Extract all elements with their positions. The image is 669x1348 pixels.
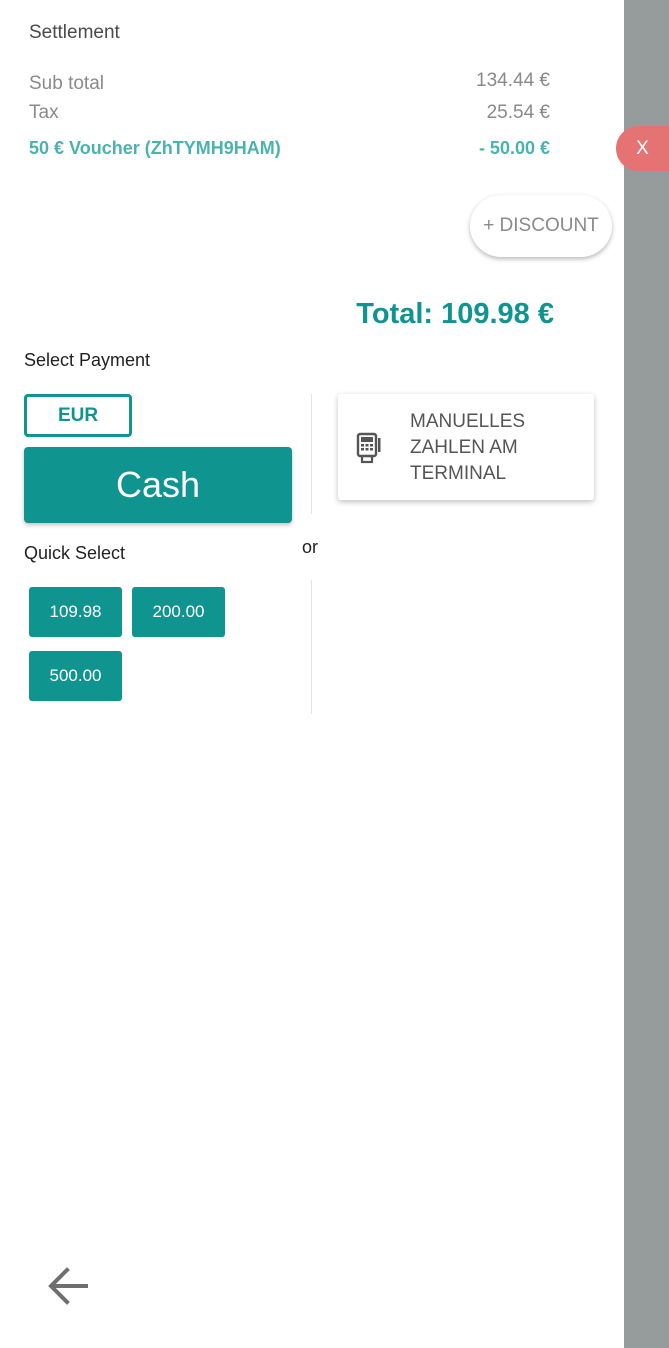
voucher-label: 50 € Voucher (ZhTYMH9HAM): [29, 138, 281, 158]
subtotal-label: Sub total: [29, 73, 104, 94]
payment-divider-top: [311, 394, 312, 514]
settlement-title: Settlement: [29, 22, 120, 43]
back-button[interactable]: [46, 1264, 90, 1308]
subtotal-value: 134.44 €: [476, 70, 550, 91]
terminal-payment-button[interactable]: MANUELLES ZAHLEN AM TERMINAL: [338, 394, 594, 500]
settlement-panel: Settlement Sub total 134.44 € Tax 25.54 …: [0, 0, 624, 1348]
close-button[interactable]: X: [616, 126, 669, 171]
voucher-value: - 50.00 €: [478, 138, 550, 158]
tax-label: Tax: [29, 102, 59, 123]
total-amount: Total: 109.98 €: [356, 298, 554, 330]
or-label: or: [302, 537, 319, 557]
quick-select-amount-1[interactable]: 109.98: [29, 587, 122, 637]
add-discount-button[interactable]: + DISCOUNT: [470, 195, 612, 257]
currency-button[interactable]: EUR: [24, 394, 132, 437]
payment-divider-bottom: [311, 580, 312, 714]
terminal-payment-label: MANUELLES ZAHLEN AM TERMINAL: [410, 411, 526, 484]
quick-select-amount-2[interactable]: 200.00: [132, 587, 225, 637]
modal-backdrop[interactable]: [624, 0, 669, 1348]
arrow-left-icon: [46, 1267, 90, 1312]
card-terminal-icon: [356, 432, 382, 464]
quick-select-label: Quick Select: [24, 543, 126, 563]
cash-payment-button[interactable]: Cash: [24, 447, 292, 523]
select-payment-label: Select Payment: [24, 350, 151, 370]
quick-select-amount-3[interactable]: 500.00: [29, 651, 122, 701]
tax-value: 25.54 €: [486, 102, 550, 123]
